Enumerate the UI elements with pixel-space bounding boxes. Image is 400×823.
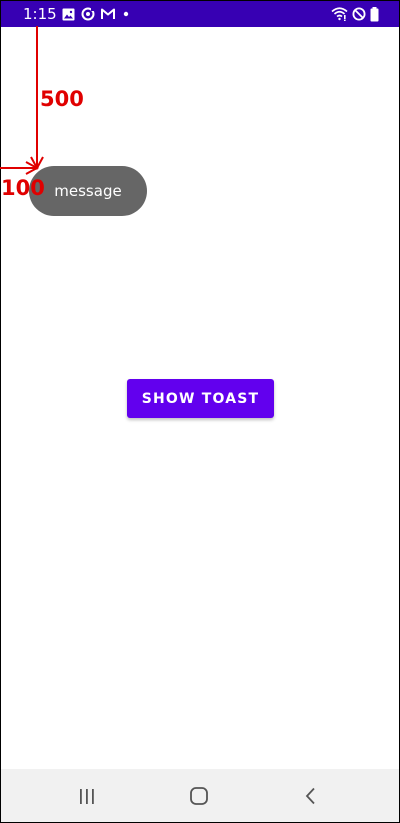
- sync-icon: [81, 7, 95, 21]
- home-icon: [189, 787, 209, 805]
- back-button[interactable]: [296, 783, 326, 809]
- system-icons: [331, 6, 379, 22]
- back-icon: [304, 787, 318, 805]
- home-button[interactable]: [184, 783, 214, 809]
- app-content: message SHOW TOAST: [1, 27, 399, 769]
- gmail-icon: [101, 8, 115, 20]
- toast-message: message: [29, 166, 147, 216]
- status-bar: 1:15: [1, 1, 399, 27]
- show-toast-button[interactable]: SHOW TOAST: [127, 379, 274, 418]
- recents-button[interactable]: [72, 783, 102, 809]
- gallery-icon: [62, 8, 75, 21]
- battery-icon: [370, 6, 379, 22]
- navigation-bar: [1, 769, 399, 822]
- status-time: 1:15: [23, 5, 57, 23]
- phone-screen: 1:15 message SHOW TOAST: [0, 0, 400, 823]
- notification-dot-icon: [121, 9, 131, 19]
- y-offset-label: 500: [40, 87, 84, 111]
- recents-icon: [78, 788, 96, 805]
- wifi-icon: [331, 7, 348, 21]
- notification-icons: [62, 7, 131, 21]
- x-offset-label: 100: [1, 176, 45, 200]
- do-not-disturb-icon: [352, 7, 366, 21]
